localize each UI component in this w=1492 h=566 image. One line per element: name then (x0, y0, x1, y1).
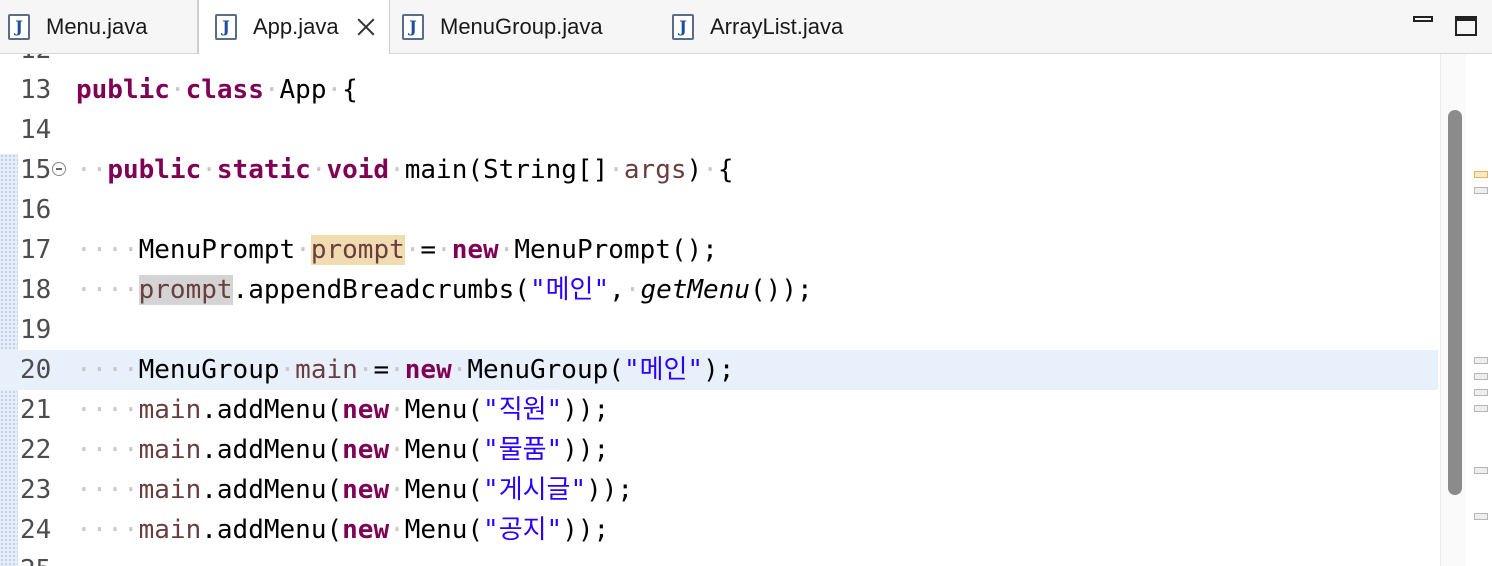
line-number: 18 (20, 275, 52, 305)
current-code-line: 20 ····MenuGroup·main·=·new·MenuGroup("메… (0, 350, 1438, 390)
close-icon[interactable] (355, 16, 377, 38)
occurrence-highlight: prompt (138, 275, 233, 305)
code-text: ····MenuGroup·main·=·new·MenuGroup("메인")… (76, 355, 735, 385)
java-file-icon: J (8, 14, 30, 40)
code-text: ··public·static·void·main(String[]·args)… (76, 155, 734, 185)
code-text: ····main.addMenu(new·Menu("직원")); (76, 395, 610, 425)
occurrence-marker[interactable] (1474, 357, 1488, 364)
occurrence-marker[interactable] (1474, 171, 1488, 178)
overview-ruler[interactable] (1466, 54, 1492, 566)
occurrence-marker[interactable] (1474, 467, 1488, 474)
tab-label: Menu.java (46, 14, 148, 39)
tab-menu-java[interactable]: J Menu.java (0, 0, 198, 54)
code-line: 23 ····main.addMenu(new·Menu("게시글")); (0, 470, 1438, 510)
code-text: public·class·App·{ (76, 75, 358, 105)
occurrence-marker[interactable] (1474, 513, 1488, 520)
occurrence-marker[interactable] (1474, 405, 1488, 412)
vertical-scrollbar[interactable] (1440, 54, 1467, 566)
tab-label: App.java (253, 14, 339, 39)
editor-tab-bar: J Menu.java J App.java J MenuGroup.java … (0, 0, 1492, 54)
line-number: 22 (20, 435, 52, 465)
code-text: ····main.addMenu(new·Menu("공지")); (76, 515, 610, 545)
occurrence-highlight: prompt (310, 235, 405, 265)
occurrence-marker[interactable] (1474, 373, 1488, 380)
occurrence-marker[interactable] (1474, 187, 1488, 194)
code-editor[interactable]: 12 13 public·class·App·{ 14 15 ··public·… (0, 54, 1492, 566)
tab-menugroup-java[interactable]: J MenuGroup.java (402, 0, 652, 54)
tab-label: MenuGroup.java (440, 14, 603, 39)
collapse-icon[interactable] (52, 162, 66, 176)
minimize-icon[interactable] (1413, 16, 1433, 22)
code-text: ····prompt.appendBreadcrumbs("메인",·getMe… (76, 275, 813, 305)
line-number: 13 (20, 75, 52, 105)
line-number: 24 (20, 515, 52, 545)
code-line: 22 ····main.addMenu(new·Menu("물품")); (0, 430, 1438, 470)
code-line: 21 ····main.addMenu(new·Menu("직원")); (0, 390, 1438, 430)
code-text: ····MenuPrompt·prompt·=·new·MenuPrompt()… (76, 235, 718, 265)
java-file-icon: J (672, 14, 694, 40)
line-number: 12 (20, 54, 72, 70)
code-line: 15 ··public·static·void·main(String[]·ar… (0, 150, 1438, 190)
line-number: 23 (20, 475, 52, 505)
code-line: 13 public·class·App·{ (0, 70, 1438, 110)
line-number: 25 (20, 550, 72, 566)
occurrence-marker[interactable] (1474, 389, 1488, 396)
code-line: 17 ····MenuPrompt·prompt·=·new·MenuPromp… (0, 230, 1438, 270)
line-number: 21 (20, 395, 52, 425)
code-text: ····main.addMenu(new·Menu("물품")); (76, 435, 610, 465)
code-line: 19 (0, 310, 1438, 350)
code-line: 16 (0, 190, 1438, 230)
tab-arraylist-java[interactable]: J ArrayList.java (672, 0, 892, 54)
code-line: 18 ····prompt.appendBreadcrumbs("메인",·ge… (0, 270, 1438, 310)
code-line: 25 (0, 550, 1438, 566)
line-number: 20 (20, 355, 52, 385)
java-file-icon: J (402, 14, 424, 40)
line-number: 19 (20, 315, 52, 345)
code-line: 12 (0, 54, 1438, 70)
code-line: 24 ····main.addMenu(new·Menu("공지")); (0, 510, 1438, 550)
line-number: 14 (20, 115, 52, 145)
code-line: 14 (0, 110, 1438, 150)
line-number: 17 (20, 235, 52, 265)
line-number: 16 (20, 195, 52, 225)
maximize-icon[interactable] (1455, 16, 1477, 36)
java-file-icon: J (215, 14, 237, 40)
tab-label: ArrayList.java (710, 14, 844, 39)
code-text: ····main.addMenu(new·Menu("게시글")); (76, 475, 634, 505)
scrollbar-thumb[interactable] (1448, 110, 1462, 495)
tab-app-java[interactable]: J App.java (198, 0, 390, 54)
